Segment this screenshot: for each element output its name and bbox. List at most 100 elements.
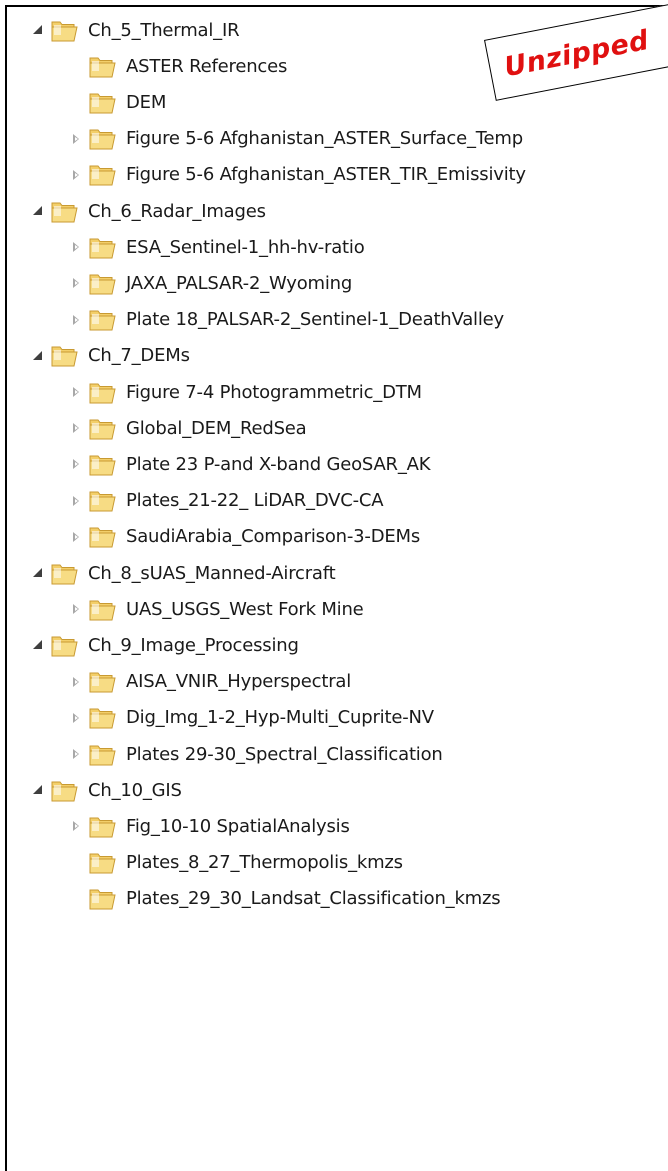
collapsed-arrow-icon[interactable] (69, 457, 83, 471)
folder-label: SaudiArabia_Comparison-3-DEMs (126, 526, 421, 548)
tree-folder-item[interactable]: ESA_Sentinel-1_hh-hv-ratio (69, 229, 365, 265)
folder-icon (51, 633, 78, 658)
collapsed-arrow-icon[interactable] (69, 819, 83, 833)
folder-icon (89, 742, 116, 767)
folder-icon (51, 343, 78, 368)
folder-label: JAXA_PALSAR-2_Wyoming (126, 272, 353, 294)
arrow-placeholder (69, 856, 83, 870)
collapsed-arrow-icon[interactable] (69, 240, 83, 254)
tree-folder-item[interactable]: Global_DEM_RedSea (69, 410, 307, 446)
callout-text: Unzipped (501, 24, 652, 83)
folder-icon (51, 199, 78, 224)
folder-label: Figure 7-4 Photogrammetric_DTM (126, 381, 422, 403)
collapsed-arrow-icon[interactable] (69, 421, 83, 435)
folder-label: Ch_7_DEMs (88, 345, 190, 367)
folder-label: Dig_Img_1-2_Hyp-Multi_Cuprite-NV (126, 707, 434, 729)
folder-label: Figure 5-6 Afghanistan_ASTER_TIR_Emissiv… (126, 164, 526, 186)
tree-folder-item[interactable]: Plates_29_30_Landsat_Classification_kmzs (69, 881, 501, 917)
collapsed-arrow-icon[interactable] (69, 747, 83, 761)
collapsed-arrow-icon[interactable] (69, 494, 83, 508)
expanded-arrow-icon[interactable] (31, 349, 45, 363)
expanded-arrow-icon[interactable] (31, 566, 45, 580)
folder-icon (51, 561, 78, 586)
tree-folder-item[interactable]: SaudiArabia_Comparison-3-DEMs (69, 519, 420, 555)
arrow-placeholder (69, 95, 83, 109)
collapsed-arrow-icon[interactable] (69, 711, 83, 725)
folder-icon (51, 778, 78, 803)
folder-icon (89, 850, 116, 875)
tree-folder-chapter[interactable]: Ch_6_Radar_Images (31, 193, 266, 229)
tree-folder-chapter[interactable]: Ch_10_GIS (31, 772, 182, 808)
folder-icon (89, 452, 116, 477)
folder-label: Ch_6_Radar_Images (88, 200, 266, 222)
tree-folder-item[interactable]: Figure 5-6 Afghanistan_ASTER_TIR_Emissiv… (69, 157, 526, 193)
folder-icon (89, 488, 116, 513)
folder-icon (89, 886, 116, 911)
folder-icon (89, 597, 116, 622)
folder-label: Ch_9_Image_Processing (88, 634, 299, 656)
collapsed-arrow-icon[interactable] (69, 385, 83, 399)
tree-folder-item[interactable]: Dig_Img_1-2_Hyp-Multi_Cuprite-NV (69, 700, 434, 736)
tree-folder-chapter[interactable]: Ch_7_DEMs (31, 338, 190, 374)
folder-icon (89, 307, 116, 332)
folder-label: Plates_8_27_Thermopolis_kmzs (126, 852, 403, 874)
expanded-arrow-icon[interactable] (31, 23, 45, 37)
tree-folder-item[interactable]: AISA_VNIR_Hyperspectral (69, 664, 351, 700)
tree-folder-item[interactable]: Plates 29-30_Spectral_Classification (69, 736, 443, 772)
tree-folder-item[interactable]: Figure 5-6 Afghanistan_ASTER_Surface_Tem… (69, 121, 523, 157)
folder-icon (89, 380, 116, 405)
folder-icon (89, 814, 116, 839)
collapsed-arrow-icon[interactable] (69, 602, 83, 616)
expanded-arrow-icon[interactable] (31, 204, 45, 218)
tree-folder-item[interactable]: Figure 7-4 Photogrammetric_DTM (69, 374, 422, 410)
tree-folder-chapter[interactable]: Ch_5_Thermal_IR (31, 12, 240, 48)
folder-icon (89, 271, 116, 296)
folder-label: ASTER References (126, 55, 288, 77)
folder-label: Figure 5-6 Afghanistan_ASTER_Surface_Tem… (126, 128, 523, 150)
tree-folder-item[interactable]: UAS_USGS_West Fork Mine (69, 591, 364, 627)
folder-icon (89, 54, 116, 79)
folder-icon (89, 524, 116, 549)
folder-label: Ch_8_sUAS_Manned-Aircraft (88, 562, 336, 584)
tree-folder-item[interactable]: Plate 23 P-and X-band GeoSAR_AK (69, 446, 431, 482)
folder-icon (89, 126, 116, 151)
tree-folder-chapter[interactable]: Ch_8_sUAS_Manned-Aircraft (31, 555, 336, 591)
tree-folder-item[interactable]: DEM (69, 84, 166, 120)
tree-folder-item[interactable]: JAXA_PALSAR-2_Wyoming (69, 265, 352, 301)
arrow-placeholder (69, 59, 83, 73)
explorer-tree-panel: Ch_5_Thermal_IR ASTER References DEM Figure… (5, 5, 668, 1171)
folder-label: Plate 23 P-and X-band GeoSAR_AK (126, 453, 431, 475)
folder-label: Ch_5_Thermal_IR (88, 19, 240, 41)
folder-label: ESA_Sentinel-1_hh-hv-ratio (126, 236, 365, 258)
collapsed-arrow-icon[interactable] (69, 530, 83, 544)
tree-folder-item[interactable]: Plate 18_PALSAR-2_Sentinel-1_DeathValley (69, 302, 504, 338)
folder-icon (89, 705, 116, 730)
folder-icon (89, 669, 116, 694)
collapsed-arrow-icon[interactable] (69, 313, 83, 327)
tree-folder-item[interactable]: Plates_8_27_Thermopolis_kmzs (69, 845, 403, 881)
folder-label: Global_DEM_RedSea (126, 417, 307, 439)
folder-icon (89, 162, 116, 187)
folder-label: AISA_VNIR_Hyperspectral (126, 671, 352, 693)
folder-label: Plates_29_30_Landsat_Classification_kmzs (126, 888, 501, 910)
tree-folder-chapter[interactable]: Ch_9_Image_Processing (31, 627, 299, 663)
folder-icon (51, 18, 78, 43)
folder-label: Plates_21-22_ LiDAR_DVC-CA (126, 490, 384, 512)
folder-icon (89, 90, 116, 115)
folder-label: Fig_10-10 SpatialAnalysis (126, 815, 350, 837)
folder-label: UAS_USGS_West Fork Mine (126, 598, 364, 620)
folder-label: Plate 18_PALSAR-2_Sentinel-1_DeathValley (126, 309, 504, 331)
collapsed-arrow-icon[interactable] (69, 132, 83, 146)
collapsed-arrow-icon[interactable] (69, 675, 83, 689)
folder-icon (89, 416, 116, 441)
tree-folder-item[interactable]: Plates_21-22_ LiDAR_DVC-CA (69, 483, 384, 519)
expanded-arrow-icon[interactable] (31, 783, 45, 797)
expanded-arrow-icon[interactable] (31, 638, 45, 652)
tree-folder-item[interactable]: Fig_10-10 SpatialAnalysis (69, 808, 350, 844)
tree-folder-item[interactable]: ASTER References (69, 48, 287, 84)
arrow-placeholder (69, 892, 83, 906)
folder-icon (89, 235, 116, 260)
collapsed-arrow-icon[interactable] (69, 168, 83, 182)
folder-label: Ch_10_GIS (88, 779, 182, 801)
collapsed-arrow-icon[interactable] (69, 276, 83, 290)
